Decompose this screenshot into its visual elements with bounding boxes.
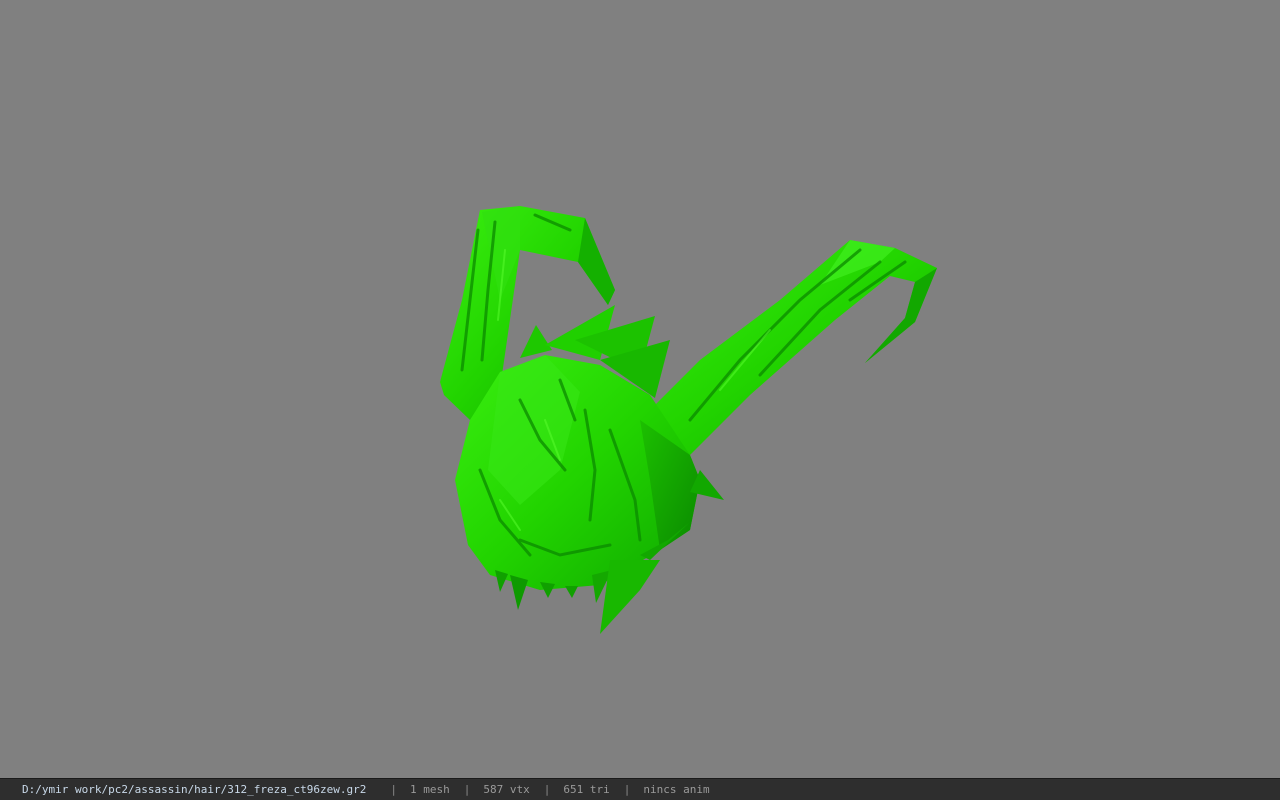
file-path: D:/ymir work/pc2/assassin/hair/312_freza… (22, 783, 367, 796)
vertex-count: 587 vtx (483, 783, 530, 796)
separator: | (543, 783, 551, 796)
triangle-count: 651 tri (563, 783, 610, 796)
separator: | (623, 783, 631, 796)
model-render[interactable] (0, 0, 1280, 778)
separator: | (463, 783, 471, 796)
status-bar: D:/ymir work/pc2/assassin/hair/312_freza… (0, 778, 1280, 800)
separator: | (390, 783, 397, 796)
3d-viewport[interactable] (0, 0, 1280, 778)
anim-status: nincs anim (643, 783, 710, 796)
hair-mesh-icon (440, 206, 937, 634)
mesh-count: 1 mesh (410, 783, 450, 796)
